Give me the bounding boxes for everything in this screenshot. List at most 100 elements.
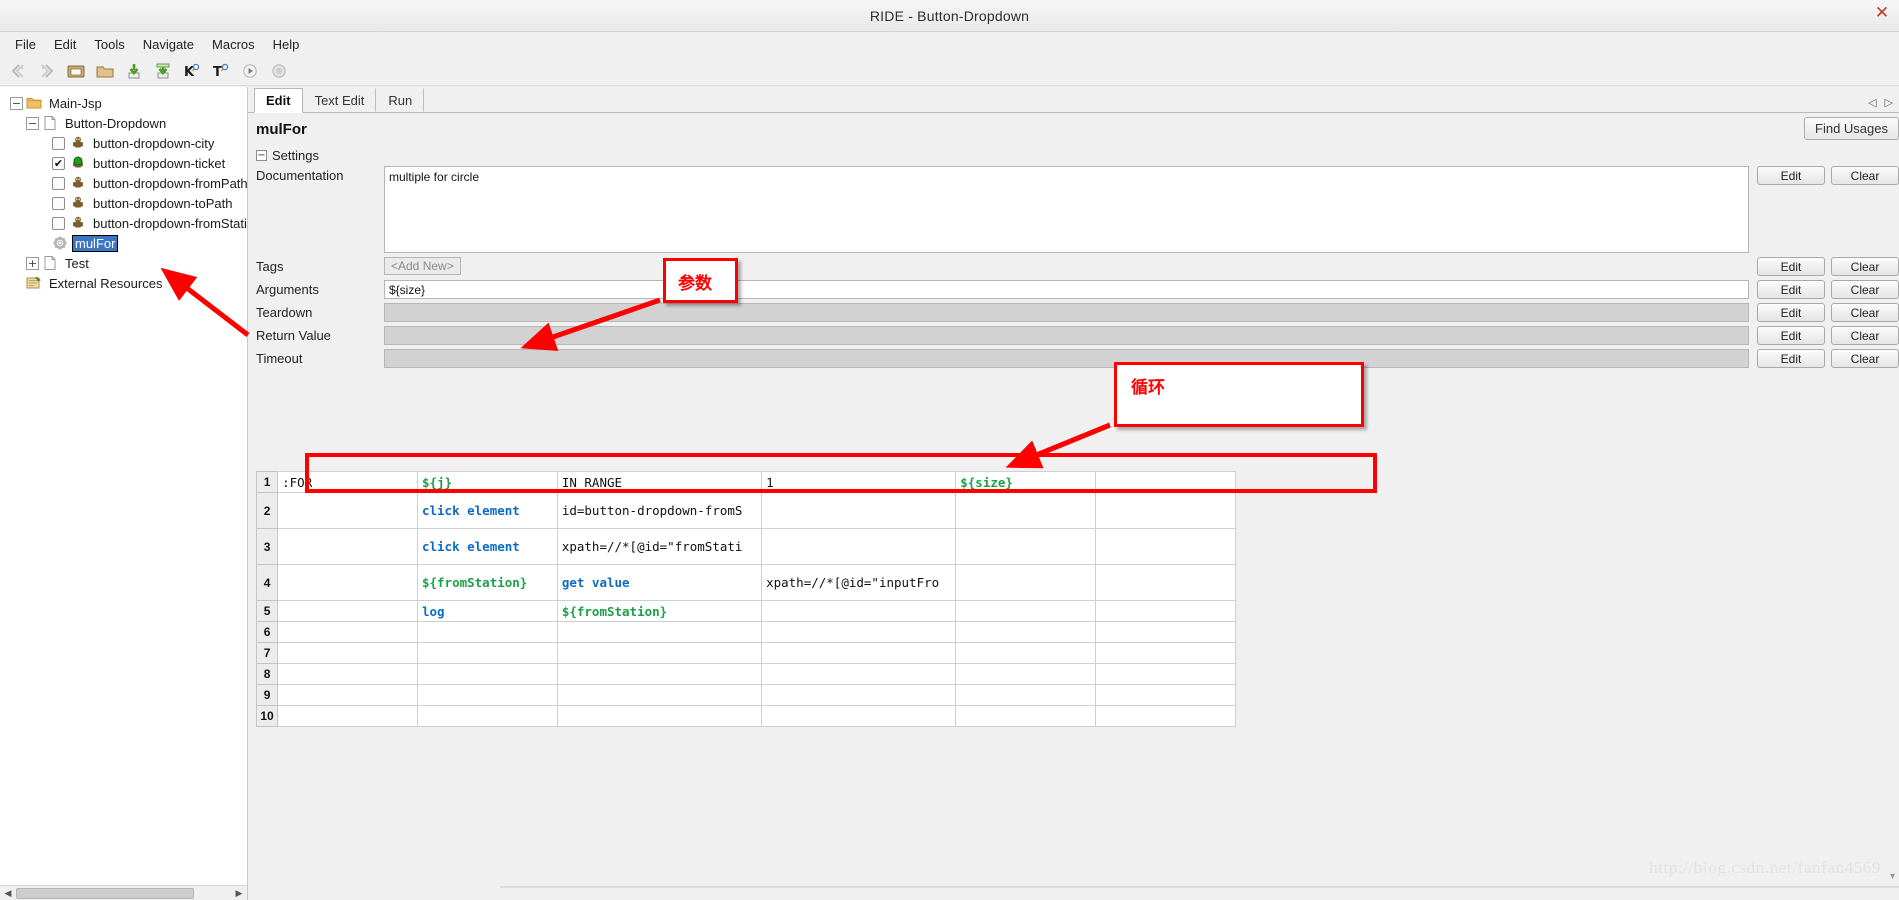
checkbox[interactable] xyxy=(52,216,65,230)
grid-row[interactable]: 7 xyxy=(255,642,1236,664)
grid-row[interactable]: 5 log ${fromStation} xyxy=(255,600,1236,622)
tree-node-main-jsp[interactable]: − Main-Jsp xyxy=(0,93,247,113)
checkbox-checked[interactable]: ✔ xyxy=(52,156,65,170)
grid-cell[interactable] xyxy=(277,705,418,727)
grid-row[interactable]: 3 click element xpath=//*[@id="fromStati xyxy=(255,528,1236,565)
grid-cell[interactable] xyxy=(416,684,558,706)
grid-cell[interactable] xyxy=(1095,642,1236,664)
grid-cell[interactable]: xpath=//*[@id="fromStati xyxy=(556,528,763,565)
grid-cell[interactable]: get value xyxy=(556,564,763,601)
grid-cell[interactable] xyxy=(1095,492,1236,529)
grid-cell[interactable]: ${fromStation} xyxy=(556,600,763,622)
tree-node-button-dropdown-city[interactable]: button-dropdown-city xyxy=(0,133,247,153)
grid-cell[interactable] xyxy=(416,705,558,727)
arguments-edit-button[interactable]: Edit xyxy=(1757,280,1825,299)
menu-item-file[interactable]: File xyxy=(6,35,45,54)
grid-cell[interactable] xyxy=(955,492,1097,529)
checkbox[interactable] xyxy=(52,196,65,210)
grid-cell[interactable] xyxy=(277,492,418,529)
tags-add-new-button[interactable]: <Add New> xyxy=(384,257,461,275)
grid-cell[interactable] xyxy=(761,705,957,727)
menu-item-tools[interactable]: Tools xyxy=(85,35,133,54)
documentation-edit-button[interactable]: Edit xyxy=(1757,166,1825,185)
grid-cell[interactable]: click element xyxy=(416,528,558,565)
grid-row[interactable]: 9 xyxy=(255,684,1236,706)
grid-cell[interactable]: IN RANGE xyxy=(556,471,763,493)
tree-node-button-dropdown-topath[interactable]: button-dropdown-toPath xyxy=(0,193,247,213)
grid-cell[interactable] xyxy=(761,663,957,685)
grid-cell[interactable] xyxy=(761,600,957,622)
run-icon[interactable] xyxy=(238,59,262,83)
grid-cell[interactable] xyxy=(955,621,1097,643)
forward-icon[interactable] xyxy=(35,59,59,83)
tree-node-button-dropdown-ticket[interactable]: ✔ button-dropdown-ticket xyxy=(0,153,247,173)
grid-row[interactable]: 8 xyxy=(255,663,1236,685)
save-all-icon[interactable] xyxy=(151,59,175,83)
teardown-input[interactable] xyxy=(384,303,1749,322)
grid-cell[interactable] xyxy=(761,684,957,706)
grid-cell[interactable] xyxy=(556,621,763,643)
grid-cell[interactable] xyxy=(416,621,558,643)
grid-cell[interactable]: click element xyxy=(416,492,558,529)
grid-cell[interactable] xyxy=(556,642,763,664)
grid-cell[interactable] xyxy=(416,642,558,664)
grid-cell[interactable] xyxy=(955,600,1097,622)
grid-cell[interactable]: :FOR xyxy=(277,471,418,493)
menu-item-edit[interactable]: Edit xyxy=(45,35,85,54)
grid-cell[interactable] xyxy=(1095,663,1236,685)
tree-node-button-dropdown-frompath[interactable]: button-dropdown-fromPath xyxy=(0,173,247,193)
grid-cell[interactable] xyxy=(277,642,418,664)
grid-cell[interactable]: ${j} xyxy=(416,471,558,493)
grid-cell[interactable]: log xyxy=(416,600,558,622)
documentation-input[interactable]: multiple for circle xyxy=(384,166,1749,253)
timeout-input[interactable] xyxy=(384,349,1749,368)
grid-row[interactable]: 2 click element id=button-dropdown-fromS xyxy=(255,492,1236,529)
search-tests-icon[interactable]: T xyxy=(209,59,233,83)
scroll-left-icon[interactable]: ◀ xyxy=(1,887,15,900)
grid-cell[interactable] xyxy=(1095,528,1236,565)
grid-cell[interactable] xyxy=(277,621,418,643)
arguments-clear-button[interactable]: Clear xyxy=(1831,280,1899,299)
grid-row[interactable]: 4 ${fromStation} get value xpath=//*[@id="i… xyxy=(255,564,1236,601)
tab-run[interactable]: Run xyxy=(376,88,425,112)
tab-next-icon[interactable]: ▷ xyxy=(1885,96,1893,109)
stop-icon[interactable] xyxy=(267,59,291,83)
tree-node-mulfor[interactable]: mulFor xyxy=(0,233,247,253)
tab-text-edit[interactable]: Text Edit xyxy=(303,88,377,112)
grid-cell[interactable] xyxy=(277,600,418,622)
grid-cell[interactable]: id=button-dropdown-fromS xyxy=(556,492,763,529)
grid-cell[interactable] xyxy=(761,621,957,643)
grid-cell[interactable]: ${fromStation} xyxy=(416,564,558,601)
teardown-edit-button[interactable]: Edit xyxy=(1757,303,1825,322)
tree-node-button-dropdown-fromstation[interactable]: button-dropdown-fromStation xyxy=(0,213,247,233)
grid-row[interactable]: 1:FOR ${j} IN RANGE 1 ${size} xyxy=(255,471,1236,493)
grid-cell[interactable] xyxy=(277,564,418,601)
timeout-edit-button[interactable]: Edit xyxy=(1757,349,1825,368)
tags-clear-button[interactable]: Clear xyxy=(1831,257,1899,276)
grid-cell[interactable] xyxy=(955,642,1097,664)
arguments-input[interactable]: ${size} xyxy=(384,280,1749,299)
checkbox[interactable] xyxy=(52,136,65,150)
tree-horizontal-scrollbar[interactable]: ◀ ▶ xyxy=(0,885,247,900)
grid-cell[interactable] xyxy=(955,564,1097,601)
grid-cell[interactable] xyxy=(277,684,418,706)
grid-cell[interactable] xyxy=(1095,471,1236,493)
grid-cell[interactable] xyxy=(955,528,1097,565)
back-icon[interactable] xyxy=(6,59,30,83)
grid-cell[interactable] xyxy=(556,705,763,727)
settings-expander-icon[interactable]: − xyxy=(256,150,267,161)
expander-icon[interactable]: + xyxy=(26,256,39,270)
grid-cell[interactable] xyxy=(761,642,957,664)
return-value-input[interactable] xyxy=(384,326,1749,345)
grid-row[interactable]: 10 xyxy=(255,705,1236,727)
grid-cell[interactable] xyxy=(1095,705,1236,727)
grid-cell[interactable] xyxy=(1095,564,1236,601)
documentation-clear-button[interactable]: Clear xyxy=(1831,166,1899,185)
keyword-grid[interactable]: 1:FOR ${j} IN RANGE 1 ${size} 2 click element i… xyxy=(255,471,1236,727)
open-folder-icon[interactable] xyxy=(93,59,117,83)
checkbox[interactable] xyxy=(52,176,65,190)
tags-edit-button[interactable]: Edit xyxy=(1757,257,1825,276)
grid-row[interactable]: 6 xyxy=(255,621,1236,643)
return-value-clear-button[interactable]: Clear xyxy=(1831,326,1899,345)
grid-cell[interactable] xyxy=(955,663,1097,685)
